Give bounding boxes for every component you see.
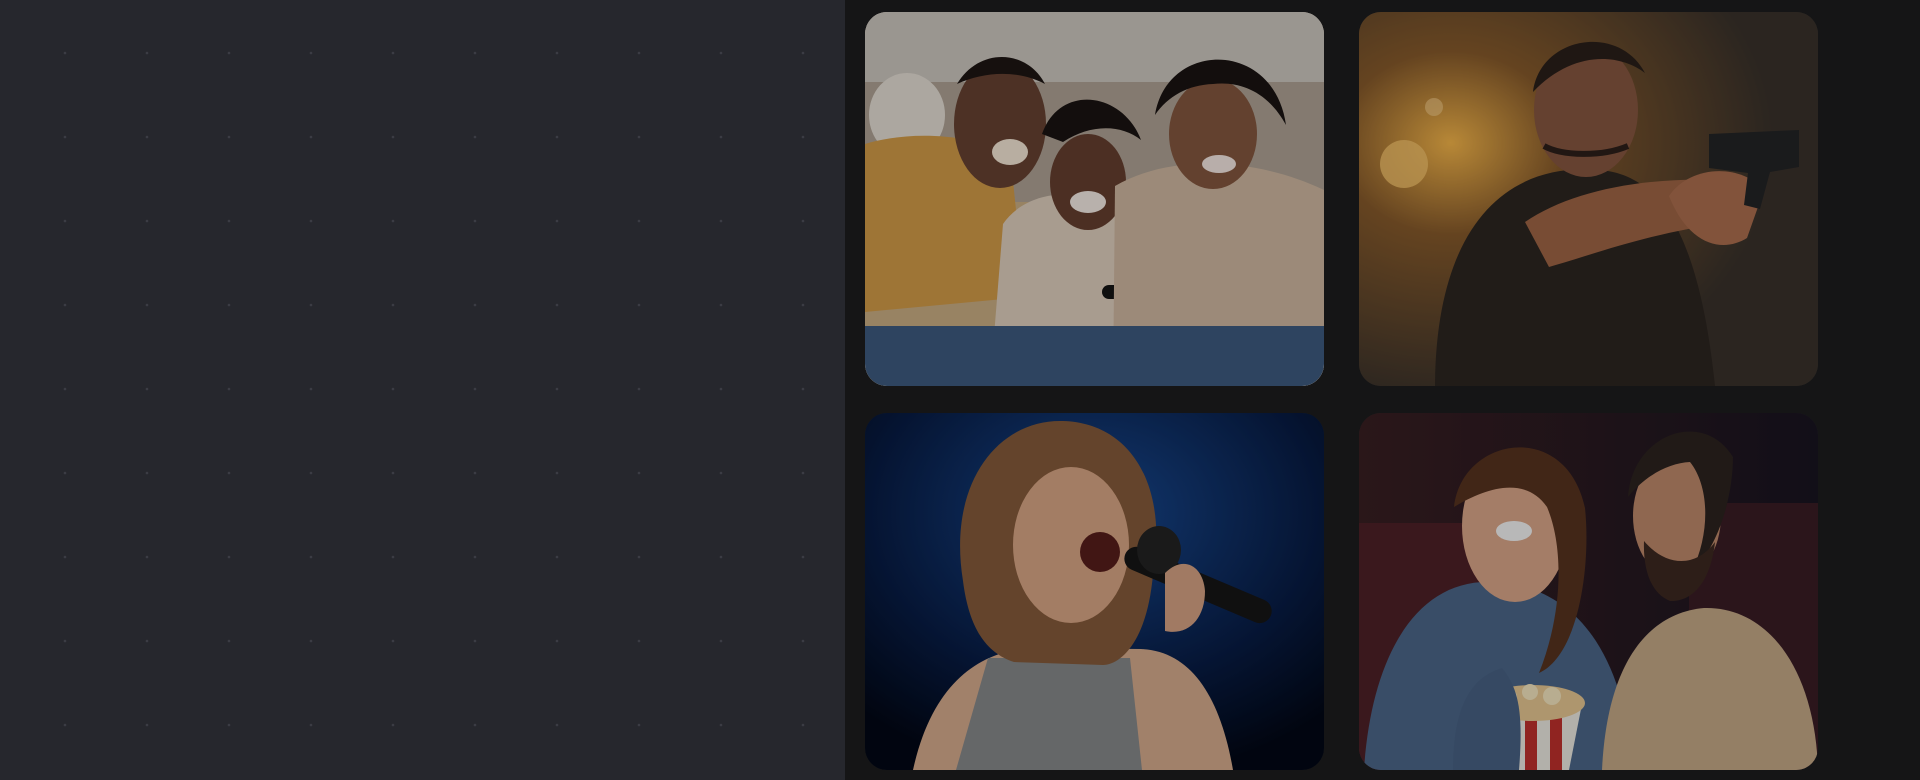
gallery-tile-karaoke bbox=[865, 413, 1324, 770]
page bbox=[0, 0, 1920, 780]
dot-grid-background bbox=[0, 0, 845, 780]
image-gallery bbox=[845, 0, 1920, 780]
dark-grid-panel bbox=[0, 0, 845, 780]
karaoke-singer-photo-icon bbox=[865, 413, 1324, 770]
action-movie-gunman-photo-icon bbox=[1359, 12, 1818, 386]
gallery-tile-action bbox=[1359, 12, 1818, 386]
family-watching-tv-photo-icon bbox=[865, 12, 1324, 386]
gallery-tile-cinema bbox=[1359, 413, 1818, 770]
cinema-couple-popcorn-photo-icon bbox=[1359, 413, 1818, 770]
gallery-tile-family bbox=[865, 12, 1324, 386]
